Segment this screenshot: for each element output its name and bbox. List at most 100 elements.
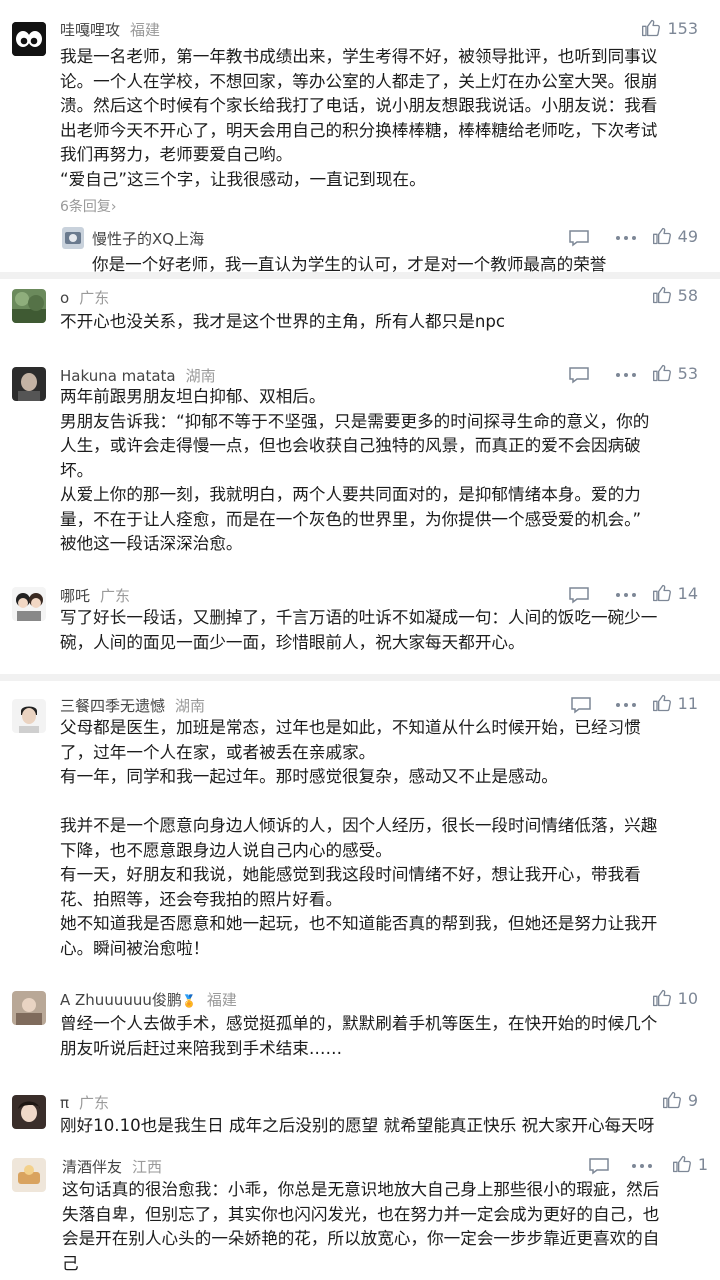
- comment-author[interactable]: 哪吒 广东: [60, 585, 130, 606]
- like-count: 10: [677, 988, 698, 1008]
- like-button[interactable]: 9: [662, 1090, 698, 1110]
- thumbs-up-icon: [662, 1091, 681, 1109]
- like-count: 49: [677, 226, 698, 246]
- comment-item: 三餐四季无遗憾 湖南 11 父母都是医生，加班是常态，过年也是如此，不知道从什么时…: [0, 689, 720, 979]
- more-dots-icon[interactable]: [631, 1163, 653, 1169]
- more-dots-icon[interactable]: [615, 372, 637, 378]
- like-count: 58: [677, 285, 698, 305]
- comment-author[interactable]: 三餐四季无遗憾 湖南: [60, 695, 205, 716]
- comment-author[interactable]: A Zhuuuuuu俊鹏🏅 福建: [60, 989, 237, 1010]
- avatar[interactable]: [12, 1095, 46, 1129]
- comment-bubble-icon[interactable]: [568, 366, 590, 384]
- author-name[interactable]: Hakuna matata: [60, 367, 176, 385]
- like-count: 153: [667, 18, 698, 38]
- comment-text: 父母都是医生，加班是常态，过年也是如此，不知道从什么时候开始，已经习惯 了，过年…: [60, 718, 658, 958]
- like-button[interactable]: 153: [641, 18, 698, 38]
- thumbs-up-icon: [672, 1155, 691, 1173]
- thumbs-up-icon: [642, 19, 661, 37]
- author-name[interactable]: o: [60, 289, 69, 307]
- avatar[interactable]: [12, 587, 46, 621]
- comment-text: 刚好10.10也是我生日 成年之后没别的愿望 就希望能真正快乐 祝大家开心每天呀: [60, 1116, 655, 1135]
- reply-like-button[interactable]: 49: [652, 226, 698, 246]
- like-button[interactable]: 10: [652, 988, 698, 1008]
- avatar[interactable]: [12, 991, 46, 1025]
- divider: [0, 272, 720, 279]
- comment-text: 不开心也没关系，我才是这个世界的主角，所有人都只是npc: [60, 312, 506, 331]
- avatar[interactable]: [12, 367, 46, 401]
- medal-icon: 🏅: [181, 994, 197, 1008]
- avatar[interactable]: [12, 1158, 46, 1192]
- comment-text: 这句话真的很治愈我：小乖，你总是无意识地放大自己身上那些很小的瑕疵，然后 失落自…: [62, 1180, 660, 1273]
- comment-author[interactable]: 清酒伴友 江西: [62, 1156, 162, 1177]
- comment-text: 写了好长一段话，又删掉了，千言万语的吐诉不如凝成一句：人间的饭吃一碗少一 碗，人…: [60, 608, 658, 652]
- author-name[interactable]: 清酒伴友: [62, 1158, 122, 1176]
- author-name[interactable]: 哇嘎哩攻: [60, 21, 120, 39]
- comment-bubble-icon[interactable]: [570, 696, 592, 714]
- reply-avatar[interactable]: [62, 227, 84, 249]
- author-location: 广东: [79, 1094, 110, 1112]
- comment-item: 哇嘎哩攻 福建 153 我是一名老师，第一年教书成绩出来，学生考得不好，被领导批评…: [0, 0, 720, 274]
- girl-avatar-image: [12, 1095, 46, 1129]
- like-button[interactable]: 53: [652, 363, 698, 383]
- photo-avatar-image: [12, 991, 46, 1025]
- thumbs-up-icon: [652, 584, 671, 602]
- more-dots-icon[interactable]: [615, 592, 637, 598]
- reply-author-name[interactable]: 慢性子的XQ: [92, 230, 174, 248]
- thumbs-up-icon: [652, 694, 671, 712]
- author-name[interactable]: π: [60, 1094, 69, 1112]
- comment-bubble-icon[interactable]: [568, 586, 590, 604]
- author-location: 江西: [132, 1158, 163, 1176]
- like-button[interactable]: 58: [652, 285, 698, 305]
- author-location: 福建: [206, 991, 237, 1009]
- landscape-avatar-image: [12, 289, 46, 323]
- author-location: 广东: [100, 587, 131, 605]
- comment-text: 两年前跟男朋友坦白抑郁、双相后。 男朋友告诉我：“抑郁不等于不坚强，只是需要更多…: [60, 387, 650, 553]
- author-name[interactable]: A Zhuuuuuu俊鹏: [60, 991, 182, 1009]
- comment-author[interactable]: 哇嘎哩攻 福建: [60, 19, 160, 40]
- comment-bubble-icon[interactable]: [568, 229, 590, 247]
- comment-bubble-icon[interactable]: [588, 1157, 610, 1175]
- view-replies-link[interactable]: 6条回复›: [60, 196, 117, 216]
- thumbs-up-icon: [652, 364, 671, 382]
- like-button[interactable]: 14: [652, 583, 698, 603]
- avatar[interactable]: [12, 699, 46, 733]
- author-location: 湖南: [185, 367, 216, 385]
- thumbs-up-icon: [652, 286, 671, 304]
- like-button[interactable]: 1: [672, 1154, 708, 1174]
- comment-item: 哪吒 广东 14 写了好长一段话，又删掉了，千言万语的吐诉不如凝成一句：人间的饭吃…: [0, 577, 720, 667]
- thumbs-up-icon: [652, 227, 671, 245]
- comment-author[interactable]: Hakuna matata 湖南: [60, 365, 216, 386]
- comment-text: 我是一名老师，第一年教书成绩出来，学生考得不好，被领导批评，也听到同事议 论。一…: [60, 47, 658, 189]
- reply-avatar-image: [62, 227, 84, 249]
- like-count: 53: [677, 363, 698, 383]
- comment-item: o 广东 58 不开心也没关系，我才是这个世界的主角，所有人都只是npc: [0, 279, 720, 339]
- comment-text: 曾经一个人去做手术，感觉挺孤单的，默默刷着手机等医生，在快开始的时候几个 朋友听…: [60, 1014, 658, 1058]
- comment-item: π 广东 9 刚好10.10也是我生日 成年之后没别的愿望 就希望能真正快乐 祝大…: [0, 1083, 720, 1143]
- reply-author-location: 上海: [174, 230, 205, 248]
- like-count: 9: [687, 1090, 698, 1110]
- avatar[interactable]: [12, 22, 46, 56]
- eyes-avatar-icon: [12, 22, 46, 56]
- more-dots-icon[interactable]: [615, 235, 637, 241]
- comment-author[interactable]: π 广东: [60, 1092, 109, 1113]
- like-count: 11: [677, 693, 698, 713]
- person-avatar-image: [12, 699, 46, 733]
- divider: [0, 674, 720, 681]
- cartoon-avatar-image: [12, 587, 46, 621]
- author-name[interactable]: 哪吒: [60, 587, 90, 605]
- comment-item: A Zhuuuuuu俊鹏🏅 福建 10 曾经一个人去做手术，感觉挺孤单的，默默刷着…: [0, 981, 720, 1071]
- author-location: 湖南: [175, 697, 206, 715]
- comment-author[interactable]: o 广东: [60, 287, 109, 308]
- replies-count: 6条回复: [60, 199, 111, 215]
- comment-item: Hakuna matata 湖南 53 两年前跟男朋友坦白抑郁、双相后。 男朋友告…: [0, 355, 720, 570]
- author-location: 福建: [130, 21, 161, 39]
- reply-author[interactable]: 慢性子的XQ上海: [92, 228, 204, 249]
- comment-item: 清酒伴友 江西 1 这句话真的很治愈我：小乖，你总是无意识地放大自己身上那些很小的…: [0, 1148, 720, 1280]
- like-button[interactable]: 11: [652, 693, 698, 713]
- chevron-right-icon: ›: [110, 199, 117, 215]
- author-name[interactable]: 三餐四季无遗憾: [60, 697, 165, 715]
- like-count: 1: [697, 1154, 708, 1174]
- avatar[interactable]: [12, 289, 46, 323]
- more-dots-icon[interactable]: [615, 702, 637, 708]
- author-location: 广东: [79, 289, 110, 307]
